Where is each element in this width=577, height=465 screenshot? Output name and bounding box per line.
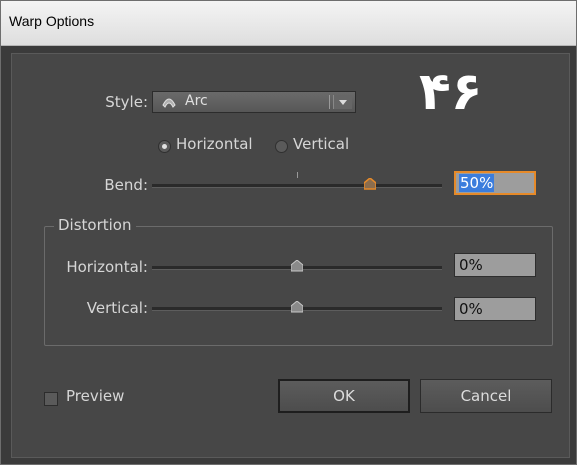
style-value: Arc xyxy=(185,93,208,109)
cancel-button[interactable]: Cancel xyxy=(420,379,552,413)
bend-value-text: 50% xyxy=(459,174,495,192)
bend-value-field[interactable]: 50% xyxy=(454,171,536,195)
distortion-title: Distortion xyxy=(54,216,136,234)
vertical-distortion-field[interactable]: 0% xyxy=(454,297,536,321)
window-title: Warp Options xyxy=(9,13,95,29)
ok-button[interactable]: OK xyxy=(278,379,410,413)
warp-options-window: Warp Options ۴۶ Style: Arc Horizontal Ve… xyxy=(0,0,577,465)
bend-slider-track[interactable] xyxy=(152,184,442,188)
distortion-group xyxy=(44,226,553,346)
horizontal-distortion-field[interactable]: 0% xyxy=(454,253,536,277)
vertical-distortion-value: 0% xyxy=(459,300,483,318)
vertical-distortion-label: Vertical: xyxy=(86,299,148,317)
arc-style-icon xyxy=(162,98,176,108)
preview-checkbox[interactable] xyxy=(44,392,58,406)
vertical-distortion-thumb[interactable] xyxy=(291,301,303,313)
dialog-body: ۴۶ Style: Arc Horizontal Vertical Bend: … xyxy=(11,53,570,458)
bend-center-tick xyxy=(297,172,298,178)
title-bar[interactable]: Warp Options xyxy=(1,1,576,46)
preview-label[interactable]: Preview xyxy=(66,387,124,405)
horizontal-radio[interactable] xyxy=(158,140,171,153)
horizontal-distortion-thumb[interactable] xyxy=(291,260,303,272)
style-label: Style: xyxy=(105,93,148,111)
bend-slider-thumb[interactable] xyxy=(363,178,376,190)
chevron-down-icon[interactable] xyxy=(333,95,352,109)
style-select[interactable]: Arc xyxy=(152,91,356,113)
horizontal-radio-label[interactable]: Horizontal xyxy=(176,135,253,153)
watermark-text: ۴۶ xyxy=(419,62,483,122)
bend-label: Bend: xyxy=(104,176,148,194)
horizontal-distortion-value: 0% xyxy=(459,256,483,274)
select-separator xyxy=(329,95,330,109)
horizontal-distortion-label: Horizontal: xyxy=(66,258,148,276)
vertical-radio-label[interactable]: Vertical xyxy=(293,135,349,153)
vertical-radio[interactable] xyxy=(275,140,288,153)
